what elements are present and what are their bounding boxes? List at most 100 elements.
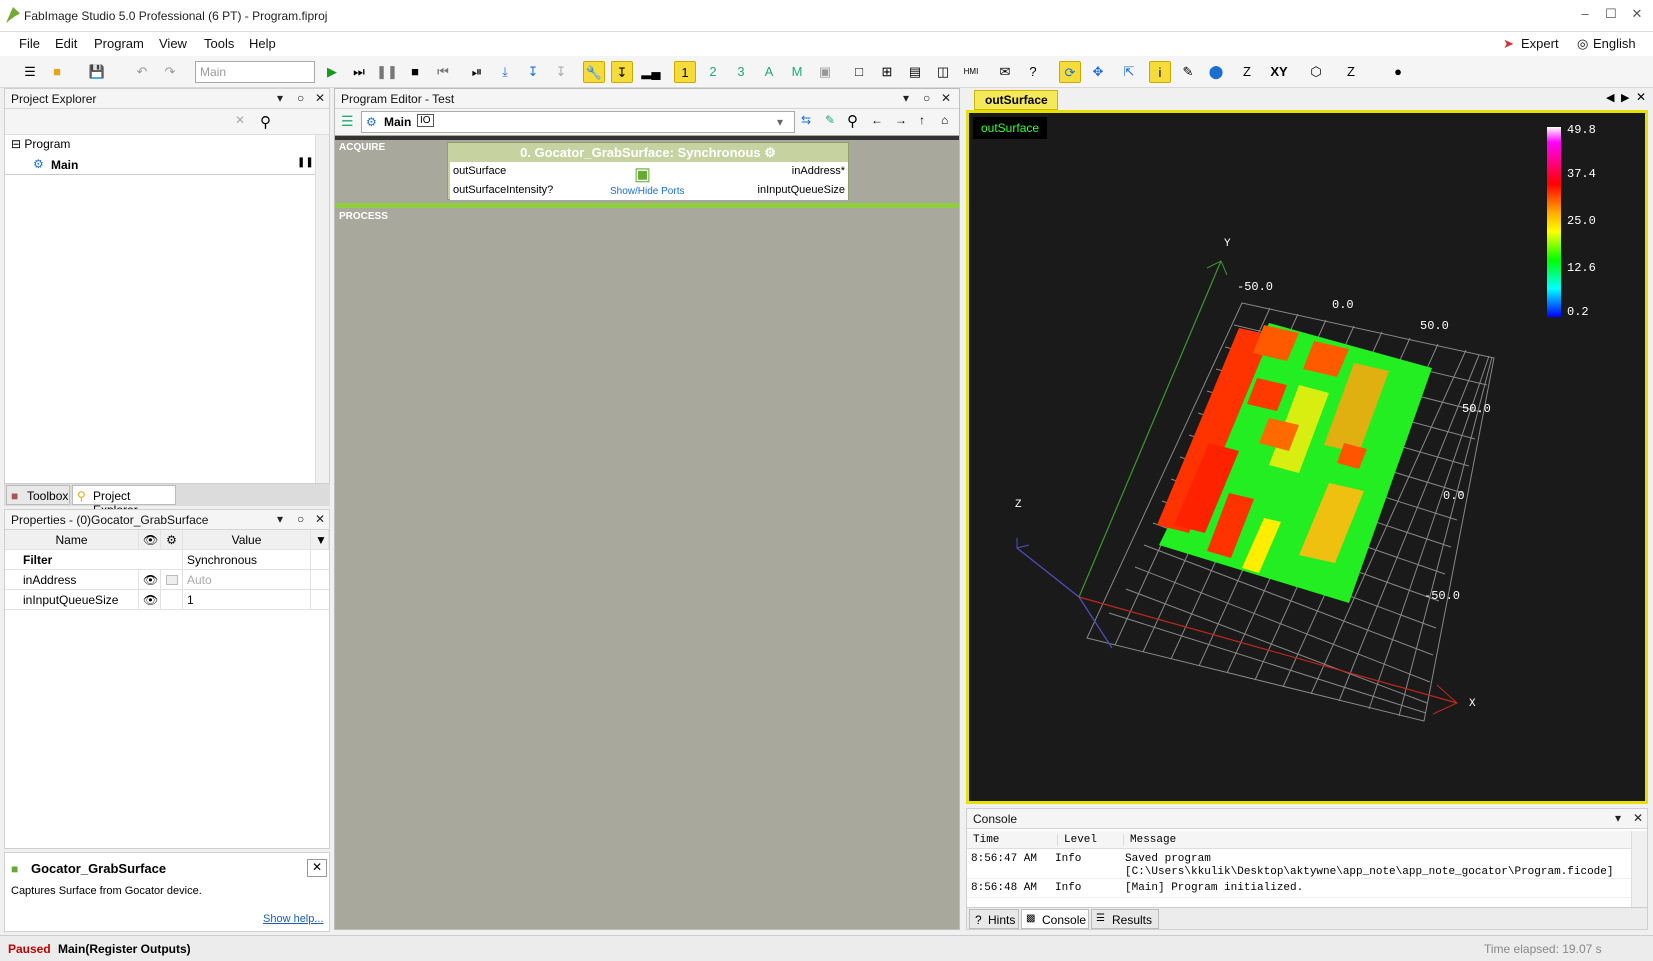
- point-size-icon[interactable]: ●: [1387, 61, 1409, 83]
- property-row[interactable]: inAddress 👁 Auto: [5, 570, 329, 590]
- back-arrow-icon[interactable]: ←: [871, 113, 883, 127]
- console-row[interactable]: 8:56:47 AM Info Saved program [C:\Users\…: [967, 851, 1631, 879]
- box-icon[interactable]: ⬡: [1305, 61, 1327, 83]
- zoom-fit-icon[interactable]: ⇱: [1118, 61, 1140, 83]
- step-out-icon[interactable]: ↧: [550, 61, 572, 83]
- user-icon[interactable]: ➤: [1503, 36, 1514, 52]
- save-icon[interactable]: 💾: [86, 61, 108, 83]
- close-icon[interactable]: ✕: [315, 91, 325, 105]
- layout-2-icon[interactable]: 2: [702, 61, 724, 83]
- layout-1-icon[interactable]: 1: [674, 61, 696, 83]
- redo-icon[interactable]: ↷: [159, 61, 181, 83]
- console-row[interactable]: 8:56:48 AM Info [Main] Program initializ…: [967, 880, 1631, 898]
- minimize-button[interactable]: –: [1575, 6, 1595, 24]
- port-in-address[interactable]: inAddress*: [746, 162, 848, 182]
- pin-icon[interactable]: ○: [923, 91, 930, 105]
- close-icon[interactable]: ✕: [315, 512, 325, 526]
- globe-icon[interactable]: ◎: [1577, 36, 1588, 52]
- property-value[interactable]: Auto: [183, 570, 311, 590]
- tree-item-main[interactable]: ⚙ Main ❚❚: [5, 155, 315, 175]
- dropdown-icon[interactable]: ▾: [903, 91, 909, 105]
- macro-combo[interactable]: Main: [195, 61, 315, 83]
- menu-file[interactable]: File: [19, 36, 40, 51]
- search-icon[interactable]: ⚲: [847, 112, 858, 130]
- checkbox-empty[interactable]: [161, 590, 183, 610]
- scrollbar[interactable]: [315, 135, 329, 483]
- menu-tools[interactable]: Tools: [204, 36, 234, 51]
- z-scale-icon[interactable]: Z: [1340, 61, 1362, 83]
- close-icon[interactable]: ✕: [307, 859, 327, 877]
- hmi-icon[interactable]: HMI: [960, 61, 982, 83]
- step-over-icon[interactable]: ↧: [522, 61, 544, 83]
- macro-selector[interactable]: ⚙ Main IO ▾: [361, 111, 795, 133]
- console-scrollbar[interactable]: [1631, 831, 1647, 907]
- language-button[interactable]: English: [1593, 36, 1636, 51]
- undo-icon[interactable]: ↶: [131, 61, 153, 83]
- z-axis-icon[interactable]: Z: [1236, 61, 1258, 83]
- layout-3-icon[interactable]: 3: [730, 61, 752, 83]
- dropdown-icon[interactable]: ▾: [277, 512, 283, 526]
- view-single-icon[interactable]: □: [848, 61, 870, 83]
- close-icon[interactable]: ✕: [941, 91, 951, 105]
- pause-icon[interactable]: ❚❚: [376, 61, 398, 83]
- step-into-icon[interactable]: ⤓: [494, 61, 516, 83]
- checkbox[interactable]: [161, 570, 183, 590]
- delete-icon[interactable]: ✕: [235, 113, 245, 127]
- layout-icon[interactable]: ▣: [814, 61, 836, 83]
- filter-icon[interactable]: ▼: [311, 530, 329, 550]
- stop-icon[interactable]: ■: [404, 61, 426, 83]
- step-icon[interactable]: ⏭: [348, 61, 370, 83]
- rotate-icon[interactable]: ⟳: [1059, 61, 1081, 83]
- dropdown-icon[interactable]: ▾: [1615, 811, 1621, 825]
- tab-next-icon[interactable]: ▶: [1621, 91, 1629, 104]
- layout-a-icon[interactable]: A: [758, 61, 780, 83]
- info-icon[interactable]: i: [1149, 61, 1171, 83]
- eye-icon[interactable]: 👁: [139, 570, 161, 590]
- maximize-button[interactable]: ☐: [1601, 6, 1621, 24]
- open-folder-icon[interactable]: ■: [46, 61, 68, 83]
- view-rows-icon[interactable]: ▤: [904, 61, 926, 83]
- close-icon[interactable]: ✕: [1636, 90, 1646, 104]
- edit-icon[interactable]: ✎: [825, 113, 835, 127]
- pin-icon[interactable]: ○: [297, 91, 304, 105]
- up-arrow-icon[interactable]: ↑: [919, 113, 925, 127]
- port-out-surface[interactable]: outSurface: [450, 162, 554, 182]
- menu-program[interactable]: Program: [94, 36, 144, 51]
- property-row[interactable]: inInputQueueSize 👁 1: [5, 590, 329, 610]
- forward-arrow-icon[interactable]: →: [895, 113, 907, 127]
- port-out-intensity[interactable]: outSurfaceIntensity?: [450, 182, 554, 200]
- view-grid-icon[interactable]: ⊞: [876, 61, 898, 83]
- chevron-down-icon[interactable]: ▾: [777, 115, 783, 129]
- property-value[interactable]: 1: [183, 590, 311, 610]
- search-icon[interactable]: ⚲: [260, 113, 271, 131]
- iterate-icon[interactable]: ⏯: [466, 61, 488, 83]
- tab-hints[interactable]: ? Hints: [969, 909, 1019, 929]
- show-hide-ports-link[interactable]: Show/Hide Ports: [610, 186, 684, 197]
- close-button[interactable]: ✕: [1627, 6, 1647, 24]
- tab-project-explorer[interactable]: ⚲Project Explorer: [72, 485, 176, 517]
- surface-viewer[interactable]: outSurface 49.8 37.4 25.0 12.6 0.2 Y Z X…: [966, 110, 1648, 804]
- menu-edit[interactable]: Edit: [55, 36, 77, 51]
- statistics-icon[interactable]: ▂▄: [640, 61, 662, 83]
- performance-icon[interactable]: ↧: [611, 61, 633, 83]
- menu-help[interactable]: Help: [249, 36, 276, 51]
- tree-root[interactable]: ⊟ Program: [11, 137, 70, 151]
- expert-mode-button[interactable]: Expert: [1521, 36, 1559, 51]
- xy-plane-icon[interactable]: XY: [1268, 61, 1290, 83]
- close-icon[interactable]: ✕: [1633, 811, 1643, 825]
- swap-icon[interactable]: ⇆: [801, 113, 811, 127]
- picker-icon[interactable]: ✎: [1177, 61, 1199, 83]
- list-icon[interactable]: ☰: [341, 113, 354, 130]
- layout-m-icon[interactable]: M: [786, 61, 808, 83]
- tab-console[interactable]: ▩ Console: [1021, 909, 1089, 929]
- step-back-icon[interactable]: ⏮: [432, 61, 454, 83]
- filter-value[interactable]: Synchronous: [183, 550, 311, 570]
- cube-view-icon[interactable]: ⬤: [1205, 61, 1227, 83]
- pin-icon[interactable]: ○: [297, 512, 304, 526]
- menu-view[interactable]: View: [159, 36, 187, 51]
- eye-icon[interactable]: 👁: [139, 590, 161, 610]
- new-icon[interactable]: ☰: [19, 61, 41, 83]
- dropdown-icon[interactable]: ▾: [277, 91, 283, 105]
- home-icon[interactable]: ⌂: [941, 113, 948, 127]
- tab-toolbox[interactable]: ■ Toolbox: [6, 485, 70, 505]
